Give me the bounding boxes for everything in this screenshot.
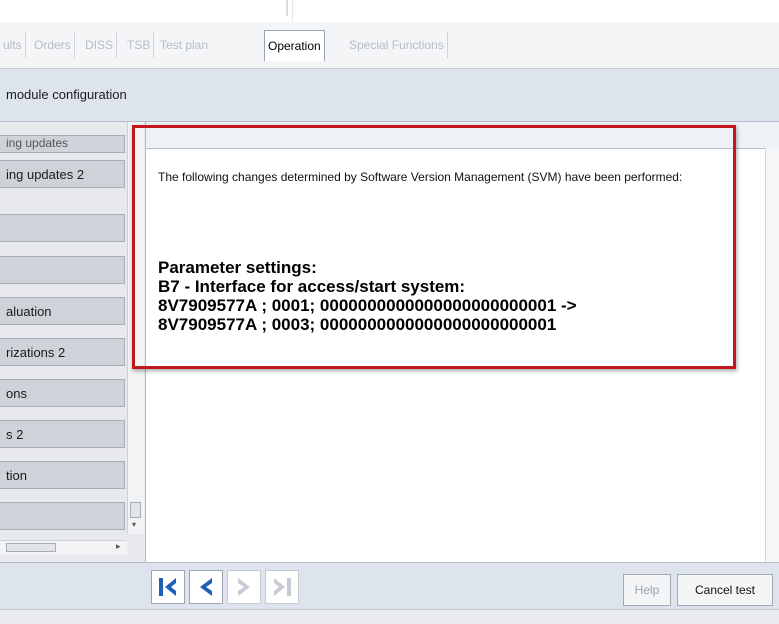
horizontal-scrollbar[interactable]: ▸ [0, 540, 127, 555]
content-scrollbar[interactable] [765, 148, 779, 562]
tab-results[interactable]: ults [0, 32, 26, 58]
page-title: module configuration [6, 87, 127, 102]
sidebar-item[interactable] [0, 502, 125, 530]
tab-tsb[interactable]: TSB [124, 32, 155, 58]
tab-diss[interactable]: DISS [82, 32, 118, 58]
tab-test-plan[interactable]: Test plan [157, 32, 211, 58]
page-header: module configuration [0, 69, 779, 122]
last-page-button[interactable] [265, 570, 299, 604]
sidebar-item[interactable]: rizations 2 [0, 338, 125, 366]
tab-orders[interactable]: Orders [31, 32, 75, 58]
forward-icon [238, 578, 250, 596]
title-divider [286, 0, 288, 16]
scroll-right-icon[interactable]: ▸ [116, 541, 121, 552]
cancel-test-button[interactable]: Cancel test [677, 574, 773, 606]
sidebar-item[interactable]: tion [0, 461, 125, 489]
sidebar-item[interactable]: ing updates 2 [0, 160, 125, 188]
sidebar-item[interactable]: ons [0, 379, 125, 407]
scroll-down-icon[interactable]: ▾ [132, 520, 136, 529]
tab-operation[interactable]: Operation [264, 30, 325, 61]
tab-special-functions[interactable]: Special Functions [346, 32, 448, 58]
tab-strip: ults Orders DISS TSB Test plan Operation… [0, 22, 779, 69]
sidebar: ing updates ing updates 2 aluation rizat… [0, 122, 146, 562]
scroll-thumb[interactable] [130, 502, 141, 518]
scroll-thumb[interactable] [6, 543, 56, 552]
app-window: ults Orders DISS TSB Test plan Operation… [0, 0, 779, 624]
forward-button[interactable] [227, 570, 261, 604]
sidebar-item[interactable]: s 2 [0, 420, 125, 448]
last-page-icon [274, 578, 291, 596]
title-bar [0, 0, 779, 22]
first-page-button[interactable] [151, 570, 185, 604]
title-divider [292, 0, 293, 22]
sidebar-item[interactable] [0, 256, 125, 284]
status-bar [0, 609, 779, 624]
help-button[interactable]: Help [623, 574, 671, 606]
back-icon [200, 578, 212, 596]
sidebar-item[interactable]: ing updates [0, 135, 125, 153]
first-page-icon [159, 578, 176, 596]
back-button[interactable] [189, 570, 223, 604]
highlight-box [132, 125, 736, 369]
sidebar-item[interactable]: aluation [0, 297, 125, 325]
sidebar-item[interactable] [0, 214, 125, 242]
